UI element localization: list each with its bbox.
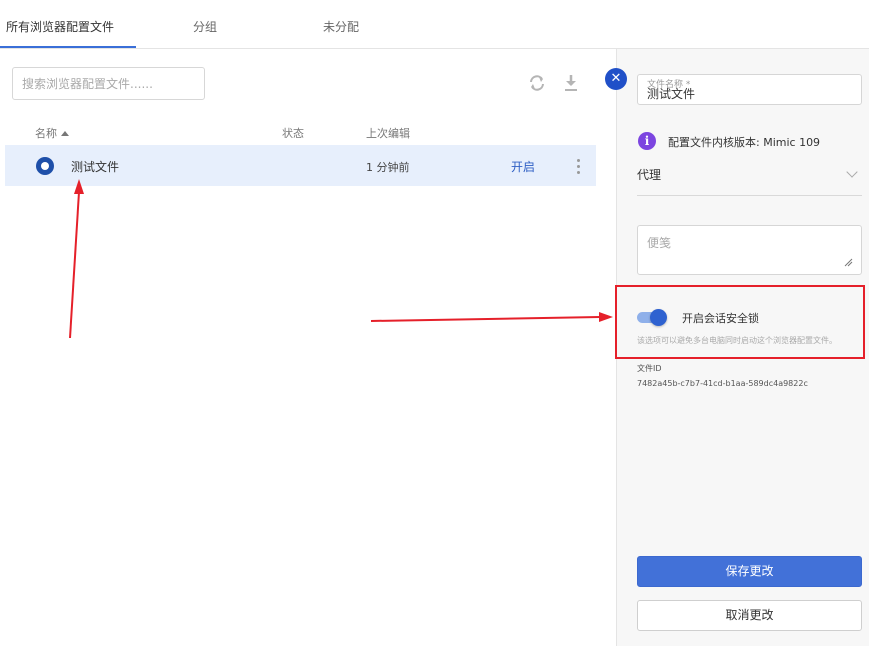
close-panel-button[interactable]: ✕ [605, 68, 627, 90]
toggle-knob [650, 309, 667, 326]
file-name-value: 测试文件 [647, 87, 696, 101]
chevron-down-icon [846, 166, 858, 178]
cancel-changes-button[interactable]: 取消更改 [637, 600, 862, 631]
annotation-arrow-up [69, 191, 80, 339]
row-profile-name: 测试文件 [71, 160, 120, 174]
file-id-label: 文件ID [637, 364, 662, 373]
session-lock-toggle[interactable] [637, 309, 668, 326]
tab-all-profiles[interactable]: 所有浏览器配置文件 [6, 18, 114, 35]
download-icon[interactable] [560, 72, 582, 94]
table-row[interactable]: 测试文件 1 分钟前 开启 [5, 145, 596, 186]
search-input[interactable] [12, 67, 205, 100]
proxy-dropdown[interactable]: 代理 [637, 164, 862, 196]
sort-ascending-icon [61, 131, 69, 136]
file-name-field[interactable]: 文件名称 * 测试文件 [637, 74, 862, 105]
file-id-value: 7482a45b-c7b7-41cd-b1aa-589dc4a9822c [637, 379, 808, 388]
row-last-edited: 1 分钟前 [366, 161, 410, 174]
tab-groups[interactable]: 分组 [193, 18, 217, 35]
more-options-icon[interactable] [574, 157, 584, 175]
refresh-icon[interactable] [526, 72, 548, 94]
annotation-arrow-right-head [599, 312, 613, 322]
kernel-version-text: 配置文件内核版本: Mimic 109 [668, 136, 821, 149]
column-header-last-edited: 上次编辑 [366, 127, 410, 140]
resize-grip-icon[interactable] [843, 257, 853, 267]
save-changes-button[interactable]: 保存更改 [637, 556, 862, 587]
annotation-arrow-right [370, 316, 601, 322]
session-lock-label: 开启会话安全锁 [682, 312, 759, 325]
active-tab-indicator [0, 46, 136, 48]
tab-unassigned[interactable]: 未分配 [323, 18, 359, 35]
session-lock-description: 该选项可以避免多台电脑同时启动这个浏览器配置文件。 [637, 336, 837, 345]
row-open-button[interactable]: 开启 [511, 158, 535, 175]
notes-textarea[interactable] [637, 225, 862, 275]
row-select-radio[interactable] [36, 157, 54, 175]
proxy-label: 代理 [637, 168, 662, 182]
info-icon: i [638, 132, 656, 150]
tab-bar: 所有浏览器配置文件 分组 未分配 [0, 0, 869, 49]
column-header-status: 状态 [282, 127, 304, 140]
app-root: 所有浏览器配置文件 分组 未分配 名称 状态 上次编辑 测试文件 1 分钟前 开… [0, 0, 869, 646]
column-header-name-label: 名称 [35, 127, 57, 140]
column-header-name[interactable]: 名称 [35, 125, 69, 141]
